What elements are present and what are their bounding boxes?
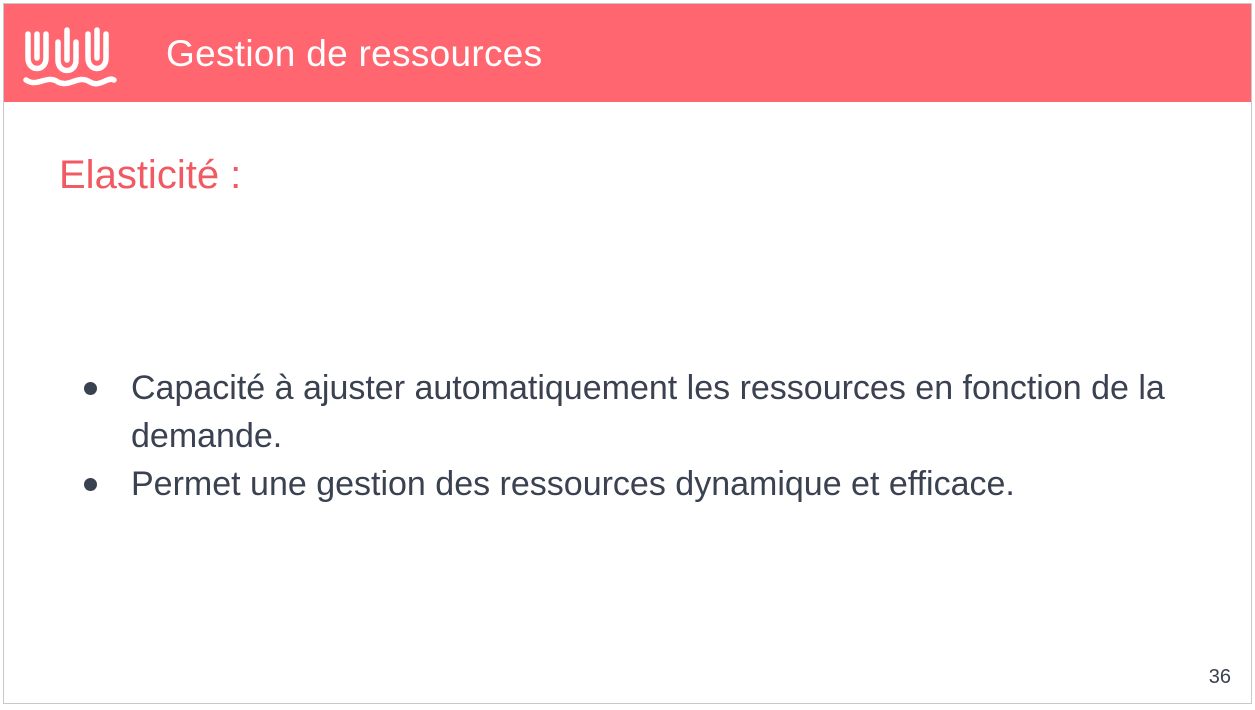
bullet-list: Capacité à ajuster automatiquement les r… <box>80 364 1200 508</box>
bullet-dot-icon <box>84 382 97 395</box>
section-title: Elasticité : <box>59 153 242 197</box>
page-number: 36 <box>1208 666 1231 688</box>
bullet-item: Capacité à ajuster automatiquement les r… <box>80 364 1200 460</box>
slide-header: Gestion de ressources <box>4 4 1251 102</box>
bullet-text: Permet une gestion des ressources dynami… <box>131 465 1015 503</box>
header-title: Gestion de ressources <box>166 33 543 74</box>
bullet-text: Capacité à ajuster automatiquement les r… <box>131 369 1165 455</box>
wave-logo-icon <box>23 27 117 87</box>
bullet-item: Permet une gestion des ressources dynami… <box>80 460 1200 508</box>
bullet-dot-icon <box>84 478 97 491</box>
slide: Gestion de ressources Elasticité : Capac… <box>3 3 1252 704</box>
